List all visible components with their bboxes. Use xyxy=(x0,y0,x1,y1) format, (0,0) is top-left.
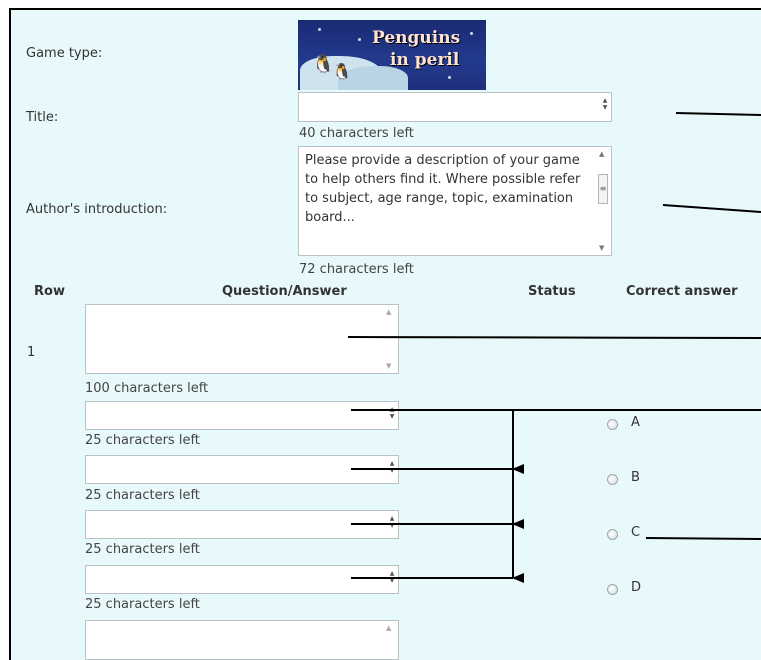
annotation-arrows xyxy=(347,110,761,583)
arrow-intro xyxy=(662,204,761,218)
arrow-correct-answer xyxy=(645,534,761,545)
arrow-question xyxy=(347,333,761,344)
arrow-title xyxy=(675,110,761,121)
